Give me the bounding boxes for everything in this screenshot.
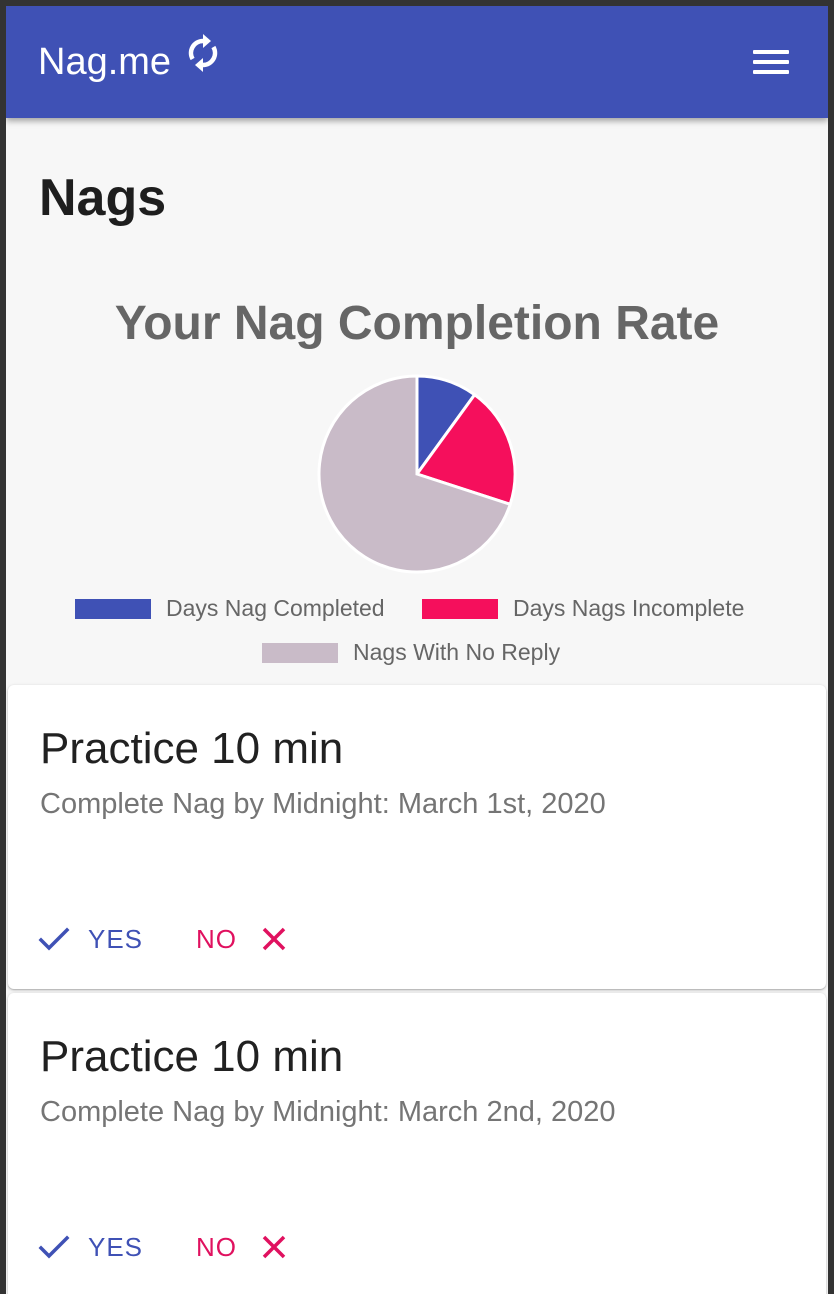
close-icon — [262, 927, 286, 951]
nag-card: Practice 10 min Complete Nag by Midnight… — [8, 685, 826, 989]
app-frame: Nag.me Nags Your Nag Completion Rate Day… — [6, 6, 828, 1294]
legend-label-completed: Days Nag Completed — [166, 595, 385, 621]
no-button[interactable]: NO — [190, 1223, 300, 1271]
check-icon — [38, 1235, 70, 1259]
page-title: Nags — [39, 169, 167, 227]
yes-button[interactable]: YES — [36, 915, 160, 963]
nag-deadline: Complete Nag by Midnight: March 1st, 202… — [40, 788, 606, 820]
yes-button[interactable]: YES — [36, 1223, 160, 1271]
no-button[interactable]: NO — [190, 915, 300, 963]
check-icon — [38, 927, 70, 951]
close-icon — [262, 1235, 286, 1259]
legend-swatch-no-reply — [262, 643, 338, 663]
yes-label: YES — [88, 1232, 144, 1262]
yes-label: YES — [88, 924, 144, 954]
legend-swatch-completed — [75, 599, 151, 619]
hamburger-menu-icon[interactable] — [748, 46, 792, 78]
legend-label-no-reply: Nags With No Reply — [353, 639, 561, 665]
no-label: NO — [196, 924, 237, 954]
sync-icon[interactable] — [184, 32, 222, 76]
nag-deadline: Complete Nag by Midnight: March 2nd, 202… — [40, 1096, 616, 1128]
nag-title: Practice 10 min — [40, 1032, 344, 1081]
brand-title[interactable]: Nag.me — [38, 40, 171, 84]
nag-card: Practice 10 min Complete Nag by Midnight… — [8, 993, 826, 1294]
no-label: NO — [196, 1232, 237, 1262]
nag-title: Practice 10 min — [40, 724, 344, 773]
completion-pie-chart — [317, 374, 517, 574]
legend-swatch-incomplete — [422, 599, 498, 619]
app-bar: Nag.me — [6, 6, 828, 118]
chart-title: Your Nag Completion Rate — [114, 297, 720, 350]
legend-label-incomplete: Days Nags Incomplete — [513, 595, 745, 621]
